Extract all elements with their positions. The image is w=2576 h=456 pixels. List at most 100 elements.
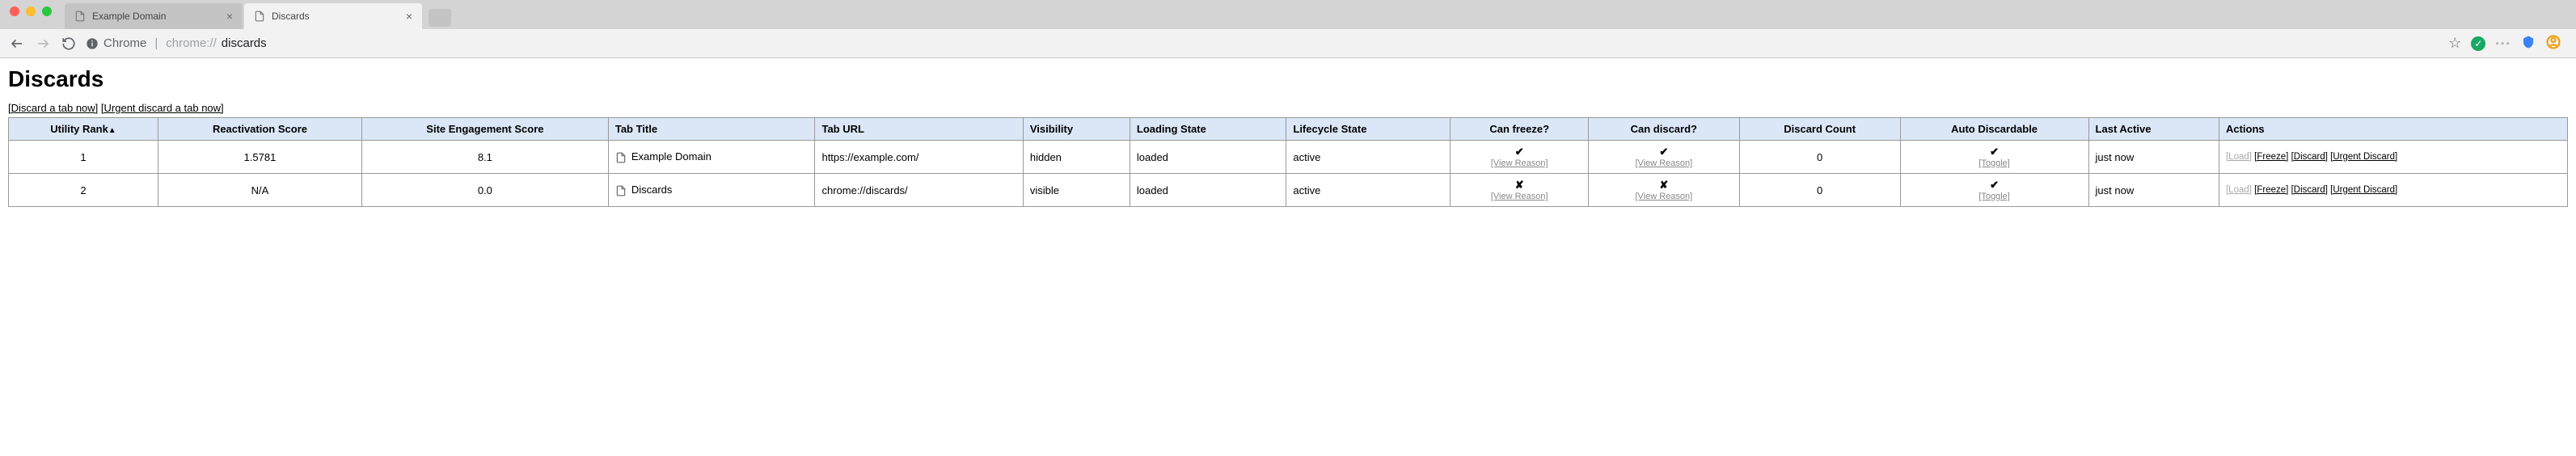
col-actions[interactable]: Actions	[2219, 118, 2567, 141]
cell-actions: [Load] [Freeze] [Discard] [Urgent Discar…	[2219, 174, 2567, 207]
toolbar: Chrome | chrome:// discards ☆ ✓ •••	[0, 29, 2576, 58]
col-loading-state[interactable]: Loading State	[1130, 118, 1286, 141]
cell-site-engagement: 8.1	[361, 141, 608, 174]
window-minimize-button[interactable]	[26, 6, 36, 16]
cell-tab-title: Discards	[608, 174, 815, 207]
address-bar[interactable]: Chrome | chrome:// discards	[86, 36, 2439, 50]
cell-discard-count: 0	[1739, 141, 1900, 174]
cell-auto-discardable: ✔[Toggle]	[1900, 141, 2088, 174]
cell-can-freeze: ✘[View Reason]	[1451, 174, 1588, 207]
page-icon	[615, 185, 627, 196]
col-can-freeze[interactable]: Can freeze?	[1451, 118, 1588, 141]
urgent-discard-action[interactable]: [Urgent Discard]	[2330, 152, 2397, 162]
cell-last-active: just now	[2088, 141, 2219, 174]
cell-can-discard: ✔[View Reason]	[1588, 141, 1739, 174]
cell-discard-count: 0	[1739, 174, 1900, 207]
col-site-engagement[interactable]: Site Engagement Score	[361, 118, 608, 141]
freeze-action[interactable]: [Freeze]	[2254, 152, 2288, 162]
tab-title: Example Domain	[92, 11, 166, 22]
col-can-discard[interactable]: Can discard?	[1588, 118, 1739, 141]
col-tab-url[interactable]: Tab URL	[815, 118, 1023, 141]
browser-tab[interactable]: Discards ×	[244, 3, 422, 29]
extension-icon[interactable]: •••	[2495, 37, 2511, 49]
discard-tab-now-link[interactable]: [Discard a tab now]	[8, 102, 98, 114]
cell-tab-title: Example Domain	[608, 141, 815, 174]
col-tab-title[interactable]: Tab Title	[608, 118, 815, 141]
check-icon: ✔	[1659, 146, 1668, 158]
extension-icon[interactable]	[2521, 35, 2536, 52]
cell-utility-rank: 1	[9, 141, 158, 174]
check-icon: ✔	[1990, 146, 1999, 158]
browser-tab[interactable]: Example Domain ×	[65, 3, 243, 29]
nav-buttons	[10, 36, 76, 51]
top-actions: [Discard a tab now] [Urgent discard a ta…	[8, 102, 2568, 114]
cell-loading-state: loaded	[1130, 141, 1286, 174]
site-info-icon[interactable]	[86, 37, 99, 50]
table-header-row: Utility Rank▲ Reactivation Score Site En…	[9, 118, 2568, 141]
table-row: 2N/A0.0Discardschrome://discards/visible…	[9, 174, 2568, 207]
view-reason-link[interactable]: [View Reason]	[1457, 158, 1581, 168]
col-utility-rank[interactable]: Utility Rank▲	[9, 118, 158, 141]
page-icon	[615, 152, 627, 163]
tab-title: Discards	[272, 11, 310, 22]
cell-actions: [Load] [Freeze] [Discard] [Urgent Discar…	[2219, 141, 2567, 174]
window-close-button[interactable]	[10, 6, 19, 16]
page-icon	[254, 11, 265, 22]
forward-button[interactable]	[36, 36, 50, 51]
toggle-link[interactable]: [Toggle]	[1907, 158, 2082, 168]
cell-tab-url: chrome://discards/	[815, 174, 1023, 207]
view-reason-link[interactable]: [View Reason]	[1595, 192, 1733, 201]
address-path: discards	[222, 36, 267, 50]
check-icon: ✘	[1515, 179, 1524, 191]
profile-icon[interactable]	[2545, 34, 2561, 53]
cell-lifecycle-state: active	[1286, 174, 1451, 207]
tab-strip: Example Domain × Discards ×	[0, 0, 2576, 29]
urgent-discard-tab-now-link[interactable]: [Urgent discard a tab now]	[101, 102, 224, 114]
col-reactivation-score[interactable]: Reactivation Score	[158, 118, 361, 141]
cell-lifecycle-state: active	[1286, 141, 1451, 174]
window-zoom-button[interactable]	[42, 6, 52, 16]
cell-auto-discardable: ✔[Toggle]	[1900, 174, 2088, 207]
tab-close-button[interactable]: ×	[226, 10, 233, 23]
view-reason-link[interactable]: [View Reason]	[1457, 192, 1581, 201]
col-discard-count[interactable]: Discard Count	[1739, 118, 1900, 141]
toggle-link[interactable]: [Toggle]	[1907, 192, 2082, 201]
extension-icon[interactable]: ✓	[2471, 36, 2485, 51]
reload-button[interactable]	[61, 36, 76, 51]
col-last-active[interactable]: Last Active	[2088, 118, 2219, 141]
cell-tab-url: https://example.com/	[815, 141, 1023, 174]
check-icon: ✘	[1659, 179, 1668, 191]
page-icon	[74, 11, 86, 22]
table-row: 11.57818.1Example Domainhttps://example.…	[9, 141, 2568, 174]
urgent-discard-action[interactable]: [Urgent Discard]	[2330, 185, 2397, 195]
sort-indicator-icon: ▲	[108, 126, 116, 135]
page-title: Discards	[8, 66, 2568, 92]
discard-action[interactable]: [Discard]	[2291, 152, 2328, 162]
cell-last-active: just now	[2088, 174, 2219, 207]
col-auto-discardable[interactable]: Auto Discardable	[1900, 118, 2088, 141]
new-tab-button[interactable]	[429, 9, 451, 27]
browser-chrome: Example Domain × Discards ×	[0, 0, 2576, 29]
discards-table: Utility Rank▲ Reactivation Score Site En…	[8, 117, 2568, 207]
window-controls	[0, 0, 61, 23]
check-icon: ✔	[1990, 179, 1999, 191]
cell-site-engagement: 0.0	[361, 174, 608, 207]
address-origin: chrome://	[166, 36, 217, 50]
load-action: [Load]	[2226, 152, 2252, 162]
address-scheme: Chrome	[103, 36, 146, 50]
col-lifecycle-state[interactable]: Lifecycle State	[1286, 118, 1451, 141]
address-separator: |	[154, 36, 158, 50]
cell-utility-rank: 2	[9, 174, 158, 207]
cell-visibility: hidden	[1023, 141, 1130, 174]
bookmark-star-icon[interactable]: ☆	[2448, 35, 2461, 52]
cell-reactivation-score: 1.5781	[158, 141, 361, 174]
tab-close-button[interactable]: ×	[406, 10, 412, 23]
col-visibility[interactable]: Visibility	[1023, 118, 1130, 141]
back-button[interactable]	[10, 36, 24, 51]
discard-action[interactable]: [Discard]	[2291, 185, 2328, 195]
cell-loading-state: loaded	[1130, 174, 1286, 207]
check-icon: ✔	[1515, 146, 1524, 158]
freeze-action[interactable]: [Freeze]	[2254, 185, 2288, 195]
view-reason-link[interactable]: [View Reason]	[1595, 158, 1733, 168]
page-content: Discards [Discard a tab now] [Urgent dis…	[0, 58, 2576, 215]
